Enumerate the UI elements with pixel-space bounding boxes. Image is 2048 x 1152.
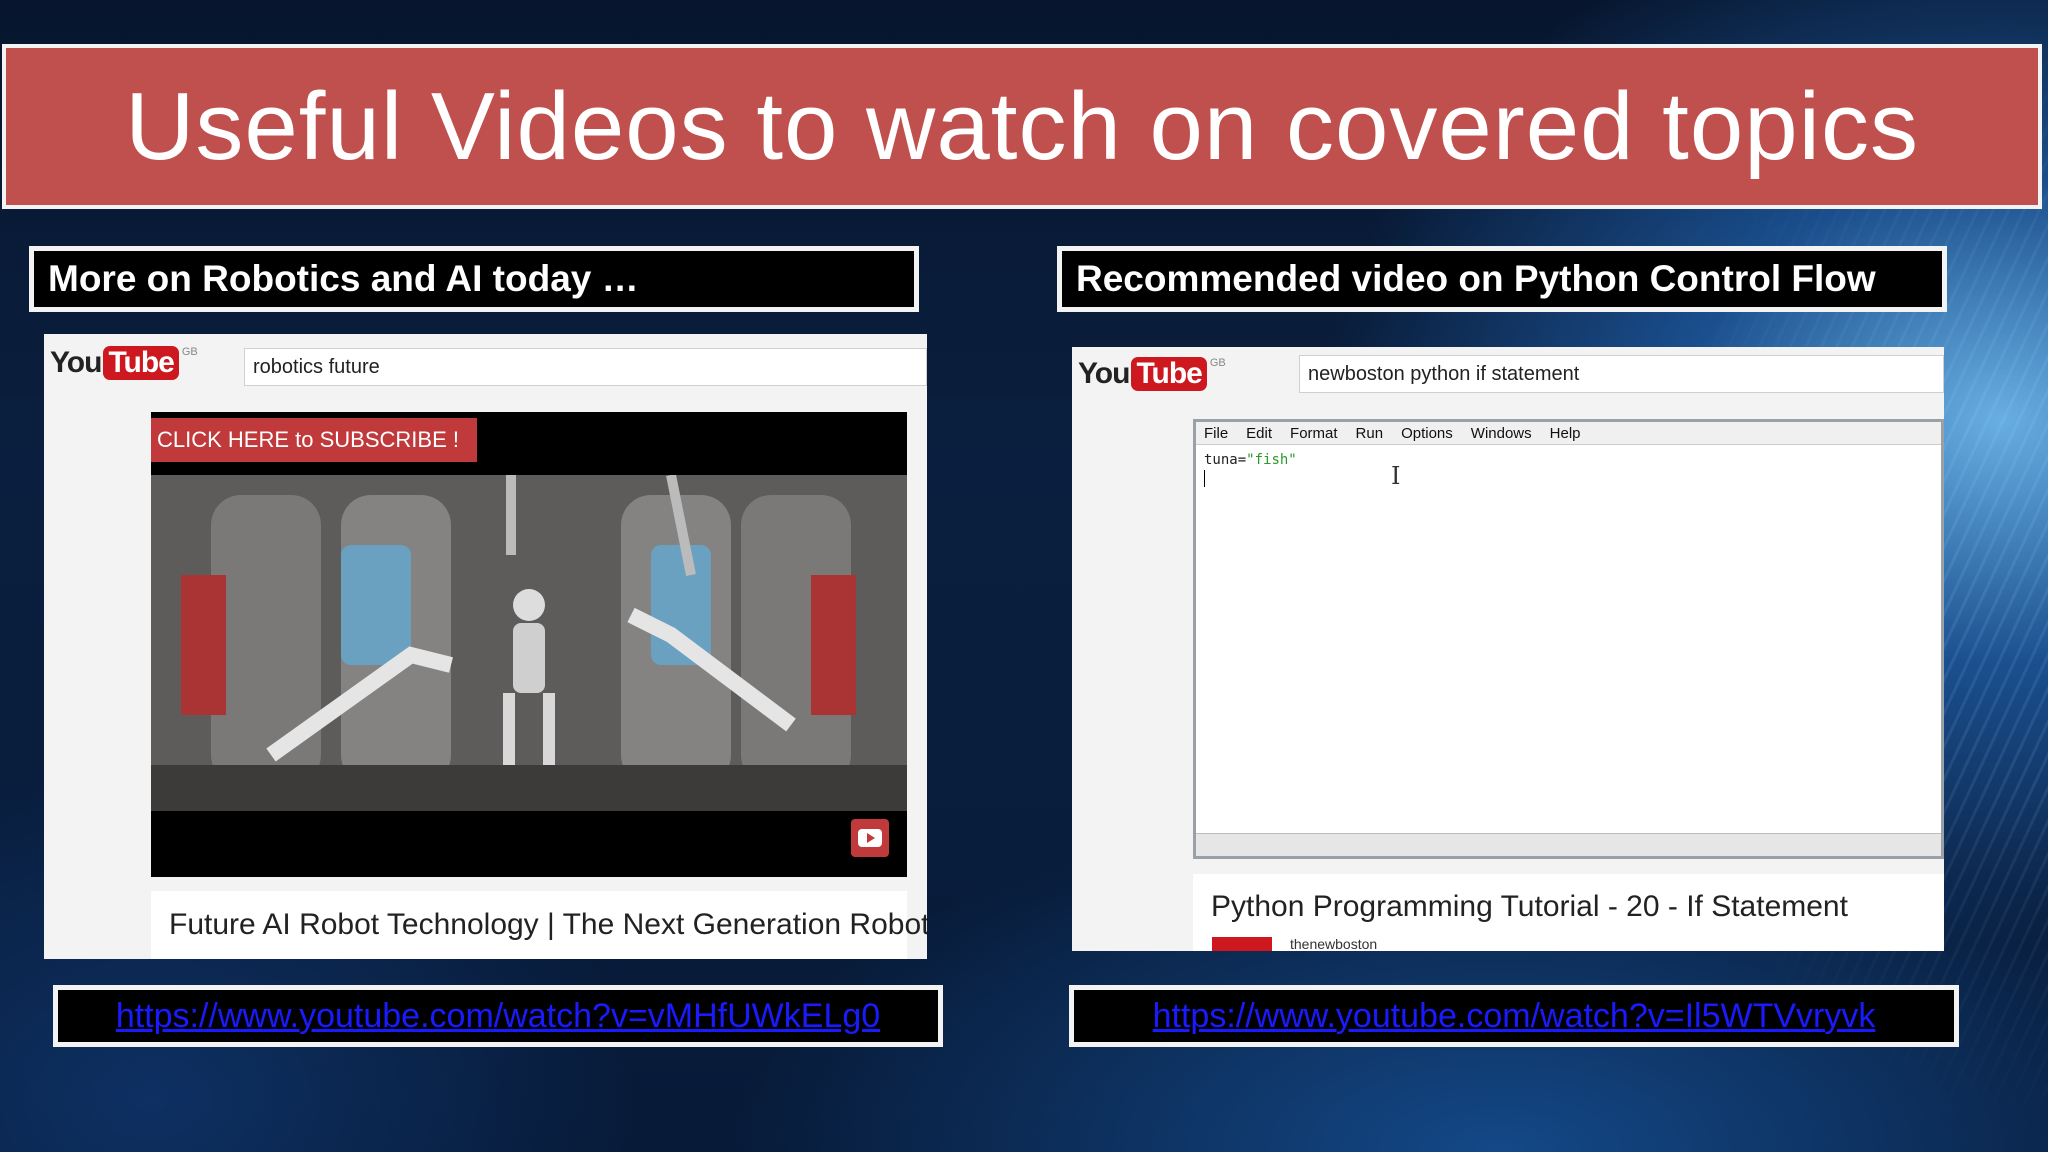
idle-menu-bar: File Edit Format Run Options Windows Hel…	[1196, 422, 1941, 445]
menu-options[interactable]: Options	[1401, 425, 1453, 442]
ibeam-cursor-icon: I	[1391, 462, 1401, 490]
robot-scene-image	[151, 474, 907, 811]
python-idle-window[interactable]: File Edit Format Run Options Windows Hel…	[1193, 419, 1944, 859]
left-video-title[interactable]: Future AI Robot Technology | The Next Ge…	[151, 891, 927, 959]
right-heading-box: Recommended video on Python Control Flow	[1057, 246, 1947, 312]
menu-windows[interactable]: Windows	[1471, 425, 1532, 442]
menu-help[interactable]: Help	[1550, 425, 1581, 442]
menu-file[interactable]: File	[1204, 425, 1228, 442]
slide-title: Useful Videos to watch on covered topics	[125, 72, 1919, 180]
text-caret	[1204, 470, 1205, 487]
right-video-screenshot[interactable]: You Tube GB newboston python if statemen…	[1072, 347, 1944, 951]
right-search-input[interactable]: newboston python if statement	[1299, 355, 1944, 393]
code-line[interactable]: tuna="fish"	[1204, 452, 1297, 468]
left-video-player[interactable]: CLICK HERE to SUBSCRIBE !	[151, 412, 907, 877]
youtube-logo-icon: You Tube GB	[1078, 357, 1226, 391]
channel-avatar	[1212, 937, 1272, 951]
right-heading: Recommended video on Python Control Flow	[1076, 258, 1876, 299]
menu-edit[interactable]: Edit	[1246, 425, 1272, 442]
right-video-link[interactable]: https://www.youtube.com/watch?v=Il5WTVvr…	[1153, 997, 1876, 1036]
left-video-screenshot[interactable]: You Tube GB robotics future CLICK HERE t…	[44, 334, 927, 959]
left-search-input[interactable]: robotics future	[244, 348, 927, 386]
channel-name[interactable]: thenewboston	[1290, 937, 1377, 951]
youtube-subscribe-icon[interactable]	[851, 819, 889, 857]
subscribe-banner[interactable]: CLICK HERE to SUBSCRIBE !	[151, 418, 477, 462]
title-banner: Useful Videos to watch on covered topics	[2, 44, 2042, 209]
menu-format[interactable]: Format	[1290, 425, 1338, 442]
left-heading: More on Robotics and AI today …	[48, 258, 639, 299]
left-heading-box: More on Robotics and AI today …	[29, 246, 919, 312]
youtube-logo-icon: You Tube GB	[50, 346, 198, 380]
menu-run[interactable]: Run	[1356, 425, 1384, 442]
right-link-box: https://www.youtube.com/watch?v=Il5WTVvr…	[1069, 985, 1959, 1047]
left-link-box: https://www.youtube.com/watch?v=vMHfUWkE…	[53, 985, 943, 1047]
idle-status-bar	[1196, 833, 1941, 856]
left-video-link[interactable]: https://www.youtube.com/watch?v=vMHfUWkE…	[116, 997, 880, 1036]
